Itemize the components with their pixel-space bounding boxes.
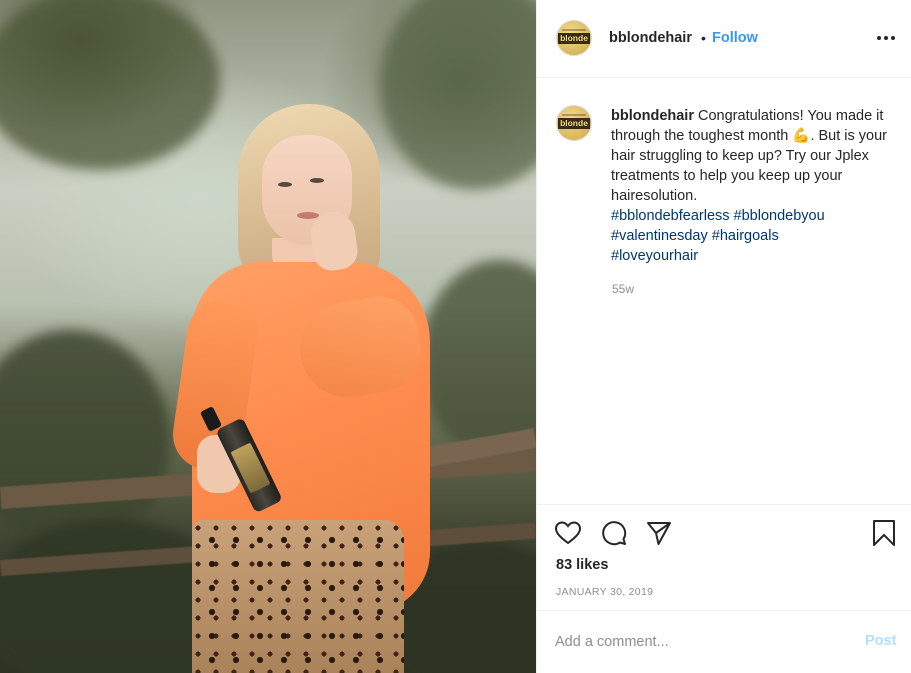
post-date[interactable]: JANUARY 30, 2019 — [556, 586, 653, 598]
caption-username[interactable]: bblondehair — [611, 108, 694, 124]
avatar-tagline — [562, 114, 586, 116]
dot — [891, 36, 895, 40]
likes-count[interactable]: 83 likes — [556, 557, 608, 573]
tree-foliage — [0, 0, 220, 170]
leopard-skirt — [192, 520, 404, 673]
hashtag-link[interactable]: #valentinesday — [611, 228, 708, 244]
more-options-icon[interactable] — [877, 36, 895, 42]
caption-section: blonde bblondehair Congratulations! You … — [537, 79, 911, 504]
post-side-panel: blonde bblondehair • Follow blonde bblon… — [536, 0, 911, 673]
eye — [310, 178, 324, 183]
tree-foliage — [380, 0, 536, 190]
hashtag-link[interactable]: #loveyourhair — [611, 248, 698, 264]
eye — [278, 182, 292, 187]
follow-button[interactable]: Follow — [712, 30, 758, 46]
avatar-tagline — [562, 29, 586, 31]
flexed-biceps-icon: 💪 — [792, 128, 811, 144]
heart-icon[interactable] — [554, 519, 582, 547]
dot — [884, 36, 888, 40]
share-icon[interactable] — [645, 519, 673, 547]
post-comment-button[interactable]: Post — [865, 633, 896, 649]
hashtag-link[interactable]: #bblondebfearless — [611, 208, 730, 224]
bush-foliage — [0, 330, 170, 550]
hashtag-link[interactable]: #hairgoals — [712, 228, 779, 244]
post-header: blonde bblondehair • Follow — [537, 0, 911, 78]
caption-time-ago[interactable]: 55w — [612, 282, 634, 296]
comment-icon[interactable] — [600, 519, 628, 547]
comment-input[interactable] — [555, 631, 845, 653]
comment-bar: Post — [537, 610, 911, 673]
post-photo[interactable] — [0, 0, 536, 673]
action-bar — [537, 504, 911, 559]
lips — [297, 212, 319, 219]
avatar-brand-text: blonde — [558, 32, 590, 44]
caption-text: bblondehair Congratulations! You made it… — [611, 106, 891, 266]
bookmark-icon[interactable] — [870, 519, 898, 547]
hashtag-link[interactable]: #bblondebyou — [734, 208, 825, 224]
caption-avatar[interactable]: blonde — [556, 105, 592, 141]
separator-dot: • — [701, 30, 706, 46]
avatar-brand-text: blonde — [558, 117, 590, 129]
profile-avatar[interactable]: blonde — [556, 20, 592, 56]
dot — [877, 36, 881, 40]
header-username[interactable]: bblondehair — [609, 30, 692, 46]
